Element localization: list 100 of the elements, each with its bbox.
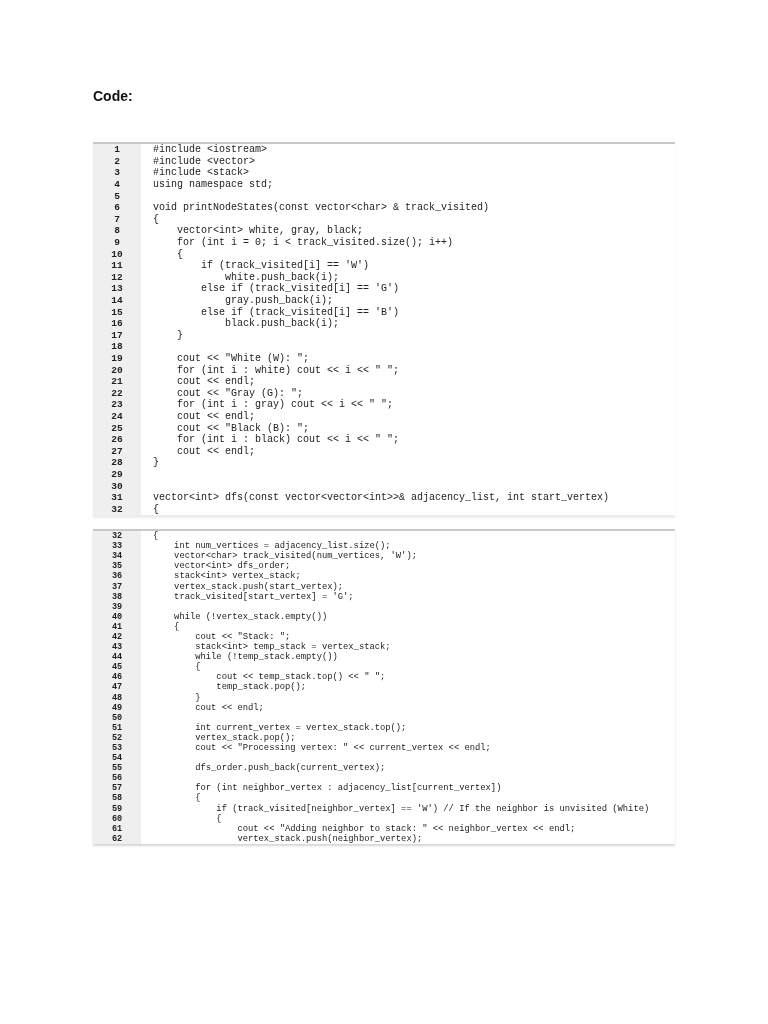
line-number: 50 bbox=[93, 712, 141, 723]
section-heading: Code: bbox=[93, 88, 134, 106]
code-line: { bbox=[215, 813, 222, 824]
line-number: 43 bbox=[93, 642, 141, 653]
line-number: 48 bbox=[93, 692, 141, 703]
code-line: for (int i : black) cout << i << " "; bbox=[176, 434, 400, 446]
code-line: int num_vertices = adjacency_list.size(); bbox=[173, 541, 391, 552]
line-number: 10 bbox=[93, 248, 141, 260]
code-line: cout << "Adding neighbor to stack: " << neighbor_vertex << endl; bbox=[236, 823, 576, 834]
line-number: 39 bbox=[93, 601, 141, 612]
code-line: for (int i : gray) cout << i << " "; bbox=[176, 399, 394, 411]
code-line: } bbox=[176, 329, 183, 341]
line-number: 37 bbox=[93, 581, 141, 592]
line-number: 40 bbox=[93, 611, 141, 622]
line-number: 53 bbox=[93, 742, 141, 754]
line-number: 15 bbox=[93, 306, 141, 318]
line-number: 22 bbox=[93, 387, 141, 400]
code-line: { bbox=[176, 248, 183, 260]
code-line: stack<int> temp_stack = vertex_stack; bbox=[194, 642, 391, 653]
code-line: cout << "Processing vertex: " << current_vertex << endl; bbox=[194, 743, 491, 753]
code-line: vector<int> white, gray, black; bbox=[176, 225, 364, 237]
code-line: else if (track_visited[i] == 'G') bbox=[200, 283, 400, 295]
line-number: 32 bbox=[93, 503, 141, 515]
code-line: track_visited[start_vertex] = 'G'; bbox=[173, 591, 354, 602]
code-line: gray.push_back(i); bbox=[224, 295, 334, 306]
line-number: 46 bbox=[93, 672, 141, 683]
line-number: 51 bbox=[93, 722, 141, 733]
line-number: 56 bbox=[93, 773, 141, 784]
line-number: 52 bbox=[93, 732, 141, 743]
code-line: if (track_visited[neighbor_vertex] == 'W') // If the neighbor is unvisited (White) bbox=[215, 803, 650, 814]
code-line: cout << "White (W): "; bbox=[176, 353, 310, 364]
code-line: { bbox=[173, 621, 180, 632]
line-number: 27 bbox=[93, 445, 141, 458]
code-line: temp_stack.pop(); bbox=[215, 682, 307, 693]
line-number: 38 bbox=[93, 591, 141, 602]
code-line: using namespace std; bbox=[153, 179, 274, 191]
line-number: 3 bbox=[93, 167, 141, 179]
line-number: 54 bbox=[93, 753, 141, 764]
line-number: 8 bbox=[93, 225, 141, 237]
line-number: 18 bbox=[93, 341, 141, 353]
line-number: 44 bbox=[93, 652, 141, 663]
code-line: vertex_stack.push(neighbor_vertex); bbox=[236, 833, 423, 844]
code-line: while (!temp_stack.empty()) bbox=[194, 652, 338, 663]
code-line: } bbox=[153, 457, 159, 469]
line-number: 13 bbox=[93, 283, 141, 295]
code-line: dfs_order.push_back(current_vertex); bbox=[194, 763, 386, 774]
line-number: 59 bbox=[93, 803, 141, 814]
code-line: for (int i = 0; i < track_visited.size(); i++) bbox=[176, 237, 454, 249]
line-number: 61 bbox=[93, 823, 141, 834]
line-number: 33 bbox=[93, 541, 141, 552]
line-number: 23 bbox=[93, 399, 141, 411]
code-line: if (track_visited[i] == 'W') bbox=[200, 260, 370, 272]
line-number: 28 bbox=[93, 457, 141, 469]
line-number: 49 bbox=[93, 702, 141, 713]
line-number: 41 bbox=[93, 621, 141, 632]
code-line: cout << endl; bbox=[176, 445, 256, 457]
line-number: 20 bbox=[93, 364, 141, 376]
line-number: 62 bbox=[93, 833, 141, 844]
code-line: { bbox=[153, 213, 159, 225]
code-line: cout << endl; bbox=[176, 376, 256, 388]
code-line: white.push_back(i); bbox=[224, 271, 340, 283]
line-number: 55 bbox=[93, 763, 141, 774]
line-number: 57 bbox=[93, 783, 141, 794]
code-line: vertex_stack.push(start_vertex); bbox=[173, 581, 344, 592]
line-number: 34 bbox=[93, 551, 141, 562]
code-line: cout << endl; bbox=[194, 702, 264, 713]
line-number: 36 bbox=[93, 571, 141, 582]
code-line: } bbox=[194, 692, 201, 703]
code-line: #include <iostream> bbox=[153, 144, 268, 156]
line-number: 42 bbox=[93, 631, 141, 643]
code-line: vector<int> dfs(const vector<vector<int>>& adjacency_list, int start_vertex) bbox=[153, 492, 610, 504]
code-line: vertex_stack.pop(); bbox=[194, 732, 296, 743]
code-line: { bbox=[194, 662, 201, 673]
line-number: 45 bbox=[93, 662, 141, 673]
code-line: { bbox=[153, 503, 159, 515]
code-line: for (int i : white) cout << i << " "; bbox=[176, 364, 400, 376]
line-number: 30 bbox=[93, 480, 141, 492]
code-line: cout << endl; bbox=[176, 410, 256, 422]
code-line: int current_vertex = vertex_stack.top(); bbox=[194, 722, 407, 733]
code-line: stack<int> vertex_stack; bbox=[173, 571, 301, 582]
line-number: 60 bbox=[93, 813, 141, 824]
line-number: 1 bbox=[93, 144, 141, 156]
code-line: cout << "Stack: "; bbox=[194, 632, 291, 642]
line-number: 32 bbox=[93, 531, 141, 542]
code-line: cout << temp_stack.top() << " "; bbox=[215, 672, 386, 683]
code-line: for (int neighbor_vertex : adjacency_list[current_vertex]) bbox=[194, 783, 502, 794]
code-line: #include <stack> bbox=[153, 167, 249, 179]
code-line: while (!vertex_stack.empty()) bbox=[173, 611, 328, 622]
code-line: { bbox=[153, 531, 159, 542]
line-number: 58 bbox=[93, 793, 141, 804]
line-number: 5 bbox=[93, 190, 141, 202]
code-line: cout << "Gray (G): "; bbox=[176, 387, 304, 399]
code-line: vector<int> dfs_order; bbox=[173, 561, 291, 572]
code-line: else if (track_visited[i] == 'B') bbox=[200, 306, 400, 318]
code-line: void printNodeStates(const vector<char> & track_visited) bbox=[153, 202, 490, 214]
code-line: cout << "Black (B): "; bbox=[176, 422, 310, 434]
code-line: vector<char> track_visited(num_vertices, 'W'); bbox=[173, 551, 417, 562]
line-number: 35 bbox=[93, 561, 141, 572]
code-line: { bbox=[194, 793, 201, 804]
code-line: #include <vector> bbox=[153, 155, 256, 167]
